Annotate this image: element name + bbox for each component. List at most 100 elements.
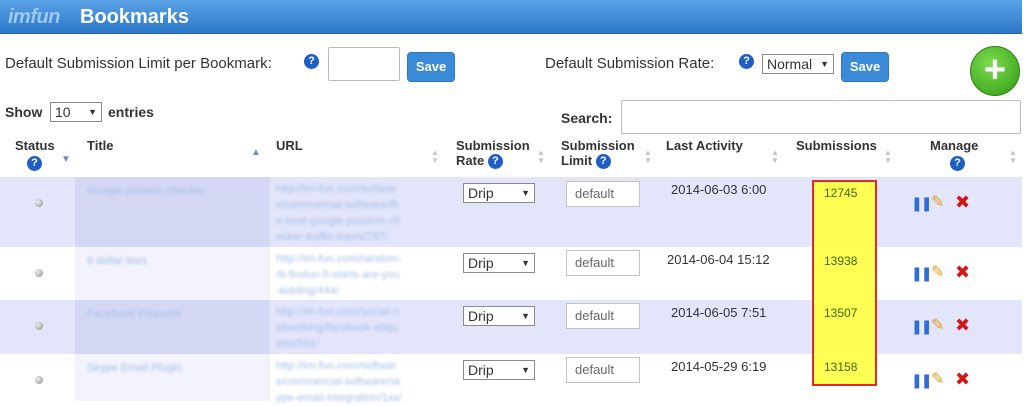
status-indicator-icon xyxy=(35,322,43,330)
url-line: etworking/facebook-etiqu xyxy=(276,322,399,334)
pause-icon[interactable]: ❚❚ xyxy=(911,318,933,335)
submissions-count: 12745 xyxy=(824,186,858,200)
bookmark-title[interactable]: Skype Email Plugin xyxy=(87,360,182,376)
default-limit-input[interactable] xyxy=(328,47,400,81)
edit-icon[interactable]: ✎ xyxy=(931,192,944,212)
sort-desc-icon[interactable]: ▼ xyxy=(431,157,439,165)
help-icon[interactable]: ? xyxy=(950,156,965,171)
sort-asc-icon[interactable]: ▲ xyxy=(251,148,261,158)
submission-rate-value: Drip xyxy=(468,185,494,201)
submission-limit-input[interactable]: default xyxy=(566,181,640,207)
bookmark-title[interactable]: Google position checker xyxy=(87,183,205,199)
url-line: ype-email-integration/1xx/ xyxy=(276,392,402,404)
status-indicator-icon xyxy=(35,199,43,207)
help-icon[interactable]: ? xyxy=(487,154,503,170)
dropdown-arrow-icon: ▼ xyxy=(521,258,530,268)
help-icon[interactable]: ? xyxy=(595,154,611,170)
help-icon[interactable]: ? xyxy=(739,54,754,69)
col-submissions-label: Submissions xyxy=(796,138,877,153)
bookmark-title[interactable]: 6 dollar tees xyxy=(87,253,147,269)
submission-rate-value: Drip xyxy=(468,362,494,378)
url-line: /6-findun-5-shirts-are-you xyxy=(276,269,400,281)
last-activity: 2014-06-05 7:51 xyxy=(671,305,767,320)
bookmark-url[interactable]: http://im-fun.com/random- /6-findun-5-sh… xyxy=(276,251,402,299)
entries-label: entries xyxy=(108,104,154,120)
submission-limit-input[interactable]: default xyxy=(566,250,640,276)
bookmark-url[interactable]: http://im-fun.com/softwar e/commercial-s… xyxy=(276,181,400,245)
url-line: ecker-traffic-travis/787/ xyxy=(276,231,388,243)
pause-icon[interactable]: ❚❚ xyxy=(911,372,933,389)
col-title-header[interactable]: Title xyxy=(87,138,114,153)
search-label: Search: xyxy=(561,110,613,126)
submission-rate-select[interactable]: Drip ▼ xyxy=(463,360,535,380)
delete-icon[interactable]: ✖ xyxy=(955,192,970,213)
url-line: http://im-fun.com/social-n xyxy=(276,306,399,318)
search-input[interactable] xyxy=(621,100,1021,134)
default-limit-label: Default Submission Limit per Bookmark: xyxy=(5,55,272,72)
entries-value: 10 xyxy=(55,104,71,120)
sort-desc-icon[interactable]: ▼ xyxy=(771,157,779,165)
url-line: http://im-fun.com/random- xyxy=(276,253,402,265)
submission-rate-value: Drip xyxy=(468,255,494,271)
dropdown-arrow-icon: ▼ xyxy=(521,311,530,321)
bookmark-url[interactable]: http://im-fun.com/softwar e/commercial-s… xyxy=(276,358,402,406)
delete-icon[interactable]: ✖ xyxy=(955,262,970,283)
dropdown-arrow-icon: ▼ xyxy=(820,59,829,69)
default-rate-select[interactable]: Normal ▼ xyxy=(762,54,834,74)
url-line: -kidding/444/ xyxy=(276,285,339,297)
entries-select[interactable]: 10 ▼ xyxy=(50,102,102,122)
col-status-header[interactable]: Status ? xyxy=(15,138,55,171)
col-submissions-header[interactable]: Submissions xyxy=(796,138,877,153)
save-rate-button[interactable]: Save xyxy=(841,52,889,82)
sort-desc-icon[interactable]: ▼ xyxy=(644,157,652,165)
pause-icon[interactable]: ❚❚ xyxy=(911,195,933,212)
bookmark-title[interactable]: Facebook Etiquette xyxy=(87,306,182,322)
col-submission-limit-label-1: Submission xyxy=(561,138,635,153)
add-bookmark-button[interactable]: + xyxy=(970,46,1020,96)
submission-limit-input[interactable]: default xyxy=(566,357,640,383)
submission-rate-select[interactable]: Drip ▼ xyxy=(463,183,535,203)
col-manage-header[interactable]: Manage ? xyxy=(930,138,978,171)
submission-limit-input[interactable]: default xyxy=(566,303,640,329)
help-icon[interactable]: ? xyxy=(27,156,42,171)
sort-desc-icon[interactable]: ▼ xyxy=(1009,157,1017,165)
help-icon[interactable]: ? xyxy=(304,54,319,69)
title-bar: imfun Bookmarks xyxy=(0,0,1022,34)
sort-desc-icon[interactable]: ▼ xyxy=(884,157,892,165)
last-activity: 2014-05-29 6:19 xyxy=(671,359,767,374)
col-last-activity-header[interactable]: Last Activity xyxy=(666,138,743,153)
edit-icon[interactable]: ✎ xyxy=(931,315,944,335)
url-line: e/commercial-software/th xyxy=(276,199,399,211)
submissions-count: 13507 xyxy=(824,306,858,320)
col-url-header[interactable]: URL xyxy=(276,138,303,153)
submissions-count: 13938 xyxy=(824,254,858,268)
delete-icon[interactable]: ✖ xyxy=(955,369,970,390)
pause-icon[interactable]: ❚❚ xyxy=(911,265,933,282)
status-indicator-icon xyxy=(35,376,43,384)
submission-rate-select[interactable]: Drip ▼ xyxy=(463,306,535,326)
col-last-activity-label: Last Activity xyxy=(666,138,743,153)
col-submission-rate-label-2: Rate xyxy=(456,153,485,168)
bookmark-url[interactable]: http://im-fun.com/social-n etworking/fac… xyxy=(276,304,399,352)
delete-icon[interactable]: ✖ xyxy=(955,315,970,336)
dropdown-arrow-icon: ▼ xyxy=(521,188,530,198)
edit-icon[interactable]: ✎ xyxy=(931,369,944,389)
status-indicator-icon xyxy=(35,269,43,277)
submissions-highlight xyxy=(812,180,877,386)
sort-desc-icon[interactable]: ▼ xyxy=(537,157,545,165)
save-limit-button[interactable]: Save xyxy=(407,52,455,82)
col-manage-label: Manage xyxy=(930,138,979,153)
last-activity: 2014-06-03 6:00 xyxy=(671,182,767,197)
sort-desc-icon[interactable]: ▼ xyxy=(61,155,71,165)
edit-icon[interactable]: ✎ xyxy=(931,262,944,282)
col-submission-limit-label-2: Limit xyxy=(561,153,593,168)
submission-rate-select[interactable]: Drip ▼ xyxy=(463,253,535,273)
dropdown-arrow-icon: ▼ xyxy=(88,107,97,117)
brand-logo: imfun xyxy=(8,6,60,28)
show-label: Show xyxy=(5,104,43,120)
url-line: e-best-google-position-ch xyxy=(276,215,401,227)
col-submission-rate-header[interactable]: Submission Rate ? xyxy=(456,138,530,170)
url-line: e/commercial-software/sk xyxy=(276,376,401,388)
col-submission-limit-header[interactable]: Submission Limit ? xyxy=(561,138,635,170)
default-rate-value: Normal xyxy=(767,56,813,72)
